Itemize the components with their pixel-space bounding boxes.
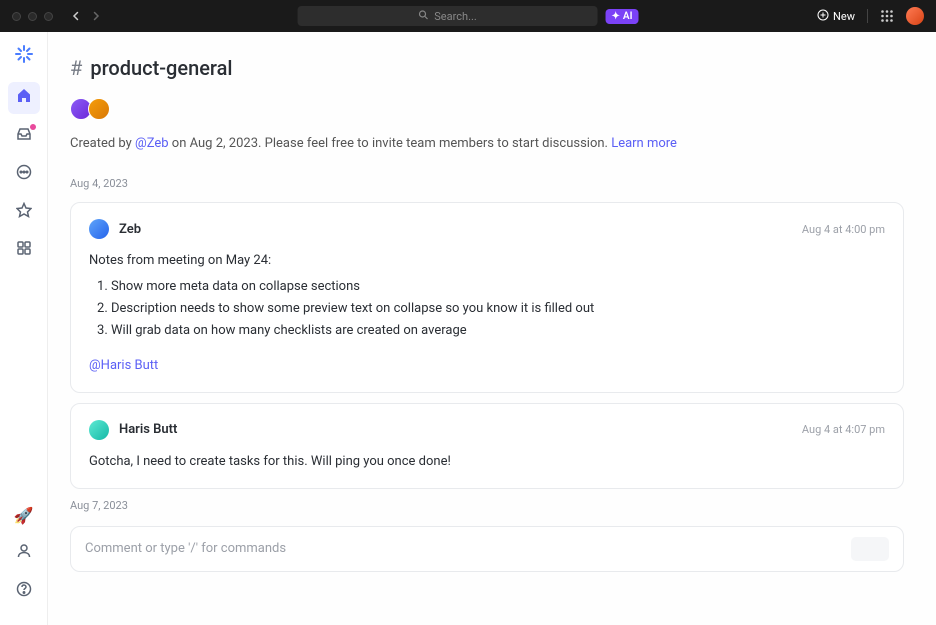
sidebar-inbox[interactable] bbox=[8, 120, 40, 152]
person-icon bbox=[16, 543, 32, 563]
app-logo-icon[interactable] bbox=[12, 42, 36, 66]
search-placeholder: Search... bbox=[434, 10, 477, 23]
meta-author-mention[interactable]: @Zeb bbox=[135, 136, 169, 151]
send-button[interactable] bbox=[851, 537, 889, 561]
learn-more-link[interactable]: Learn more bbox=[611, 136, 677, 151]
nav-back-icon[interactable] bbox=[71, 11, 81, 21]
traffic-close[interactable] bbox=[12, 12, 21, 21]
plus-icon bbox=[817, 9, 829, 24]
nav-forward-icon[interactable] bbox=[91, 11, 101, 21]
search-container: Search... ✦ AI bbox=[298, 6, 639, 26]
list-item: Show more meta data on collapse sections bbox=[111, 277, 885, 297]
message-list: Show more meta data on collapse sections… bbox=[111, 277, 885, 341]
titlebar-right: New bbox=[817, 7, 924, 25]
author-name[interactable]: Haris Butt bbox=[119, 422, 177, 437]
message-body: Gotcha, I need to create tasks for this.… bbox=[89, 452, 885, 472]
meta-prefix: Created by bbox=[70, 136, 135, 151]
star-icon bbox=[16, 202, 32, 222]
message-mention[interactable]: @Haris Butt bbox=[89, 356, 158, 376]
sidebar-more[interactable] bbox=[8, 158, 40, 190]
sparkle-icon: ✦ bbox=[612, 11, 620, 22]
traffic-lights bbox=[0, 12, 53, 21]
main-content: # product-general Created by @Zeb on Aug… bbox=[48, 32, 936, 625]
inbox-icon bbox=[16, 126, 32, 146]
sidebar-favorites[interactable] bbox=[8, 196, 40, 228]
titlebar-divider bbox=[867, 9, 868, 23]
author-avatar[interactable] bbox=[89, 420, 109, 440]
message-body: Notes from meeting on May 24: Show more … bbox=[89, 251, 885, 376]
sidebar-profile[interactable] bbox=[8, 537, 40, 569]
user-avatar[interactable] bbox=[906, 7, 924, 25]
sidebar-dashboards[interactable] bbox=[8, 234, 40, 266]
traffic-fullscreen[interactable] bbox=[44, 12, 53, 21]
hash-icon: # bbox=[70, 56, 82, 80]
comment-input[interactable] bbox=[85, 541, 851, 556]
list-item: Will grab data on how many checklists ar… bbox=[111, 321, 885, 341]
sidebar-home[interactable] bbox=[8, 82, 40, 114]
help-icon bbox=[16, 581, 32, 601]
channel-title: product-general bbox=[90, 56, 232, 80]
channel-meta: Created by @Zeb on Aug 2, 2023. Please f… bbox=[70, 136, 904, 151]
sidebar: 🚀 bbox=[0, 32, 48, 625]
message-timestamp: Aug 4 at 4:07 pm bbox=[802, 423, 885, 436]
member-avatar-2 bbox=[88, 98, 110, 120]
search-box[interactable]: Search... bbox=[298, 6, 598, 26]
rocket-icon: 🚀 bbox=[14, 506, 34, 525]
message-intro: Notes from meeting on May 24: bbox=[89, 251, 885, 271]
message-card-1: Zeb Aug 4 at 4:00 pm Notes from meeting … bbox=[70, 202, 904, 393]
ai-button[interactable]: ✦ AI bbox=[606, 9, 639, 24]
nav-arrows bbox=[71, 11, 101, 21]
notification-badge bbox=[30, 124, 36, 130]
grid-icon bbox=[16, 240, 32, 260]
search-icon bbox=[418, 10, 428, 23]
titlebar: Search... ✦ AI New bbox=[0, 0, 936, 32]
list-item: Description needs to show some preview t… bbox=[111, 299, 885, 319]
sidebar-upgrade[interactable]: 🚀 bbox=[8, 499, 40, 531]
message-header: Zeb Aug 4 at 4:00 pm bbox=[89, 219, 885, 239]
message-timestamp: Aug 4 at 4:00 pm bbox=[802, 223, 885, 236]
apps-menu[interactable] bbox=[880, 9, 894, 23]
channel-header: # product-general bbox=[70, 56, 904, 80]
date-divider-1: Aug 4, 2023 bbox=[70, 177, 904, 190]
date-divider-2: Aug 7, 2023 bbox=[70, 499, 904, 512]
sidebar-help[interactable] bbox=[8, 575, 40, 607]
author-name[interactable]: Zeb bbox=[119, 222, 141, 237]
author-avatar[interactable] bbox=[89, 219, 109, 239]
member-avatars[interactable] bbox=[70, 98, 904, 120]
comment-box bbox=[70, 526, 904, 572]
home-icon bbox=[16, 88, 32, 108]
new-button[interactable]: New bbox=[817, 9, 855, 24]
meta-suffix: on Aug 2, 2023. Please feel free to invi… bbox=[169, 136, 612, 151]
ai-label: AI bbox=[623, 11, 633, 22]
traffic-minimize[interactable] bbox=[28, 12, 37, 21]
message-header: Haris Butt Aug 4 at 4:07 pm bbox=[89, 420, 885, 440]
more-icon bbox=[16, 164, 32, 184]
new-label: New bbox=[833, 10, 855, 23]
message-card-2: Haris Butt Aug 4 at 4:07 pm Gotcha, I ne… bbox=[70, 403, 904, 489]
